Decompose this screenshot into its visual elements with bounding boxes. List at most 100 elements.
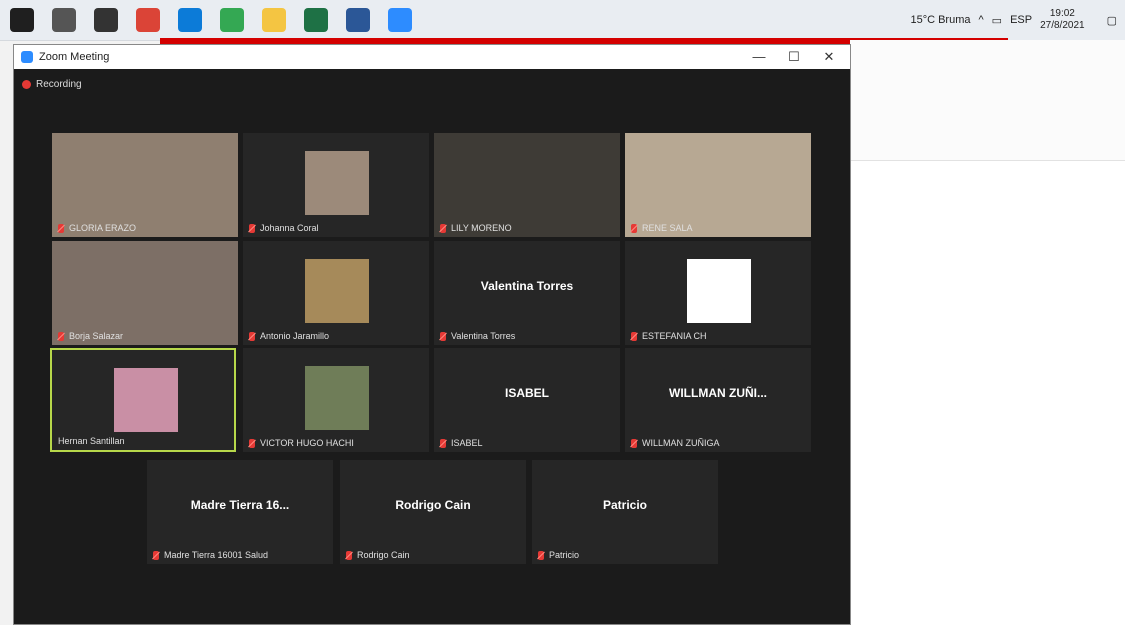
zoom-icon[interactable] (388, 8, 412, 32)
record-icon (22, 80, 31, 89)
mic-muted-icon (440, 438, 446, 448)
participant-name: RENE SALA (642, 223, 693, 233)
background-app-window (850, 40, 1125, 625)
mic-muted-icon (58, 331, 64, 341)
participant-tile[interactable]: Valentina Torres Valentina Torres (434, 241, 620, 345)
participant-name: WILLMAN ZUÑIGA (642, 438, 720, 448)
word-icon[interactable] (346, 8, 370, 32)
participant-tile[interactable]: ESTEFANIA CH (625, 241, 811, 345)
participant-name-label: Patricio (538, 550, 579, 560)
participant-video (687, 259, 751, 323)
store-icon[interactable] (94, 8, 118, 32)
mic-muted-icon (631, 223, 637, 233)
mic-muted-icon (249, 331, 255, 341)
mic-muted-icon (631, 331, 637, 341)
participant-name-label: LILY MORENO (440, 223, 512, 233)
participant-tile[interactable]: WILLMAN ZUÑI... WILLMAN ZUÑIGA (625, 348, 811, 452)
participant-tile[interactable]: Antonio Jaramillo (243, 241, 429, 345)
weather-widget[interactable]: 15°C Bruma (910, 14, 970, 26)
participant-name-label: GLORIA ERAZO (58, 223, 136, 233)
participant-name: Hernan Santillan (58, 436, 125, 446)
participant-tile[interactable]: LILY MORENO (434, 133, 620, 237)
mic-muted-icon (249, 223, 255, 233)
participant-name: Rodrigo Cain (357, 550, 410, 560)
mic-muted-icon (631, 438, 637, 448)
edge-icon[interactable] (178, 8, 202, 32)
participant-name: Antonio Jaramillo (260, 331, 330, 341)
participant-tile[interactable]: ISABEL ISABEL (434, 348, 620, 452)
participant-tile[interactable]: Hernan Santillan (50, 348, 236, 452)
participant-name-label: Hernan Santillan (58, 436, 125, 446)
participant-name-label: Johanna Coral (249, 223, 319, 233)
participant-name: Johanna Coral (260, 223, 319, 233)
search-icon[interactable] (52, 8, 76, 32)
mic-muted-icon (440, 223, 446, 233)
zoom-titlebar: Zoom Meeting — ☐ ✕ (14, 45, 850, 69)
recording-indicator[interactable]: Recording (22, 79, 82, 90)
participant-name-label: Borja Salazar (58, 331, 123, 341)
participant-video (305, 151, 369, 215)
mic-muted-icon (440, 331, 446, 341)
chrome-icon-2[interactable] (220, 8, 244, 32)
participant-name: Valentina Torres (451, 331, 516, 341)
participant-name-label: Rodrigo Cain (346, 550, 410, 560)
participant-name-label: Antonio Jaramillo (249, 331, 329, 341)
participant-name: Patricio (549, 550, 580, 560)
participant-tile[interactable]: Patricio Patricio (532, 460, 718, 564)
recording-label: Recording (36, 79, 82, 90)
zoom-window: Zoom Meeting — ☐ ✕ Recording GLORIA ERAZ… (13, 44, 851, 625)
participant-display-name: ISABEL (504, 386, 549, 400)
participant-name-label: WILLMAN ZUÑIGA (631, 438, 720, 448)
participant-name-label: Valentina Torres (440, 331, 515, 341)
minimize-button[interactable]: — (744, 47, 774, 67)
windows-taskbar: 15°C Bruma ^ ▭ ESP 19:02 27/8/2021 ▢ (0, 0, 1125, 41)
clock-date: 27/8/2021 (1040, 20, 1085, 31)
mic-muted-icon (58, 223, 64, 233)
participant-tile[interactable]: GLORIA ERAZO (52, 133, 238, 237)
participant-name-label: RENE SALA (631, 223, 693, 233)
participant-display-name: Patricio (602, 498, 647, 512)
participant-name: Madre Tierra 16001 Salud (164, 550, 269, 560)
mic-muted-icon (346, 550, 352, 560)
participant-video (305, 366, 369, 430)
zoom-logo-icon (21, 51, 33, 63)
participant-display-name: Madre Tierra 16... (190, 498, 290, 512)
participant-video (625, 133, 811, 237)
clock[interactable]: 19:02 27/8/2021 (1040, 8, 1093, 32)
close-button[interactable]: ✕ (814, 47, 844, 67)
participant-display-name: Valentina Torres (480, 279, 574, 293)
participant-tile[interactable]: Johanna Coral (243, 133, 429, 237)
participant-name-label: ISABEL (440, 438, 483, 448)
language-indicator[interactable]: ESP (1010, 14, 1032, 26)
chevron-up-icon[interactable]: ^ (979, 14, 984, 26)
participant-video (52, 241, 238, 345)
maximize-button[interactable]: ☐ (779, 47, 809, 67)
windows-start-icon[interactable] (10, 8, 34, 32)
participant-tile[interactable]: VICTOR HUGO HACHI (243, 348, 429, 452)
participant-name: ISABEL (451, 438, 483, 448)
participant-tile[interactable]: Madre Tierra 16... Madre Tierra 16001 Sal… (147, 460, 333, 564)
participant-name-label: Madre Tierra 16001 Salud (153, 550, 268, 560)
participant-name: LILY MORENO (451, 223, 512, 233)
participant-tile[interactable]: Rodrigo Cain Rodrigo Cain (340, 460, 526, 564)
participant-video (114, 368, 178, 432)
excel-icon[interactable] (304, 8, 328, 32)
participant-display-name: Rodrigo Cain (395, 498, 471, 512)
participant-video (52, 133, 238, 237)
file-explorer-icon[interactable] (262, 8, 286, 32)
participant-name: VICTOR HUGO HACHI (260, 438, 354, 448)
window-title: Zoom Meeting (39, 51, 110, 63)
participant-name-label: ESTEFANIA CH (631, 331, 707, 341)
chrome-icon[interactable] (136, 8, 160, 32)
participant-video (434, 133, 620, 237)
participant-name-label: VICTOR HUGO HACHI (249, 438, 354, 448)
clock-time: 19:02 (1049, 8, 1075, 19)
mic-muted-icon (538, 550, 544, 560)
participant-video (305, 259, 369, 323)
background-app-ribbon (850, 40, 1125, 161)
network-icon[interactable]: ▭ (992, 14, 1002, 27)
participant-tile[interactable]: Borja Salazar (52, 241, 238, 345)
notification-icon[interactable]: ▢ (1107, 14, 1117, 27)
participant-tile[interactable]: RENE SALA (625, 133, 811, 237)
participant-name: Borja Salazar (69, 331, 124, 341)
